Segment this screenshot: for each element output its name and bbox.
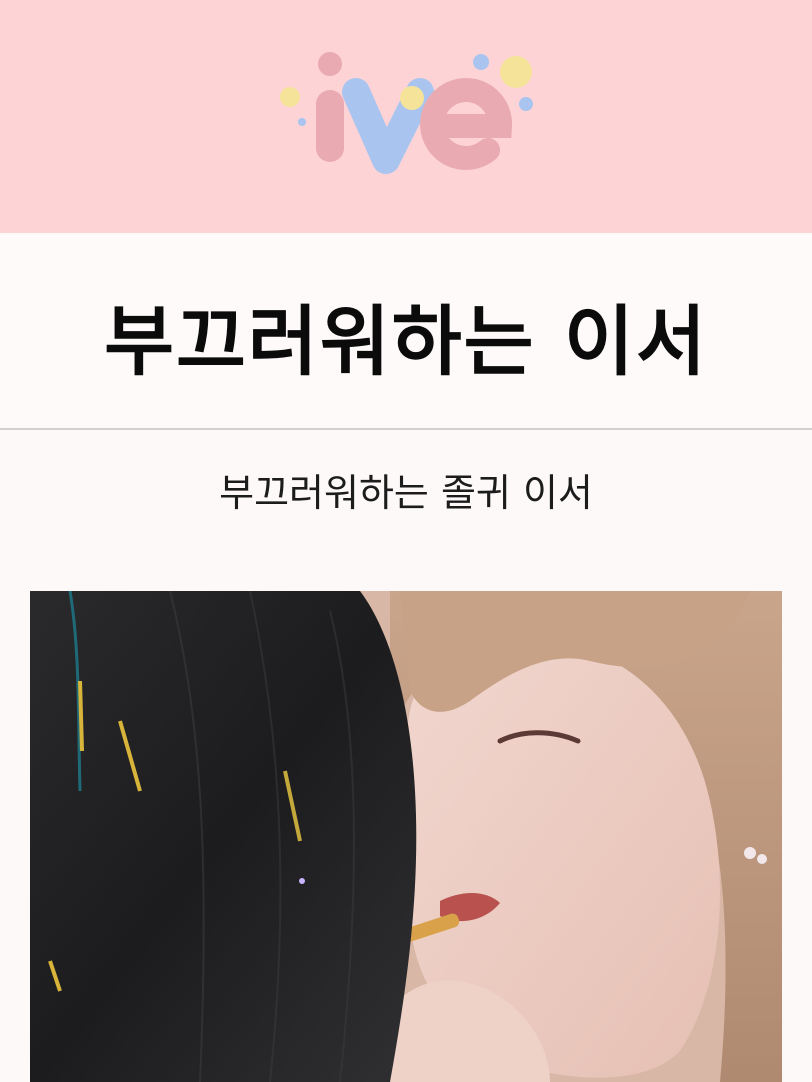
post-title: 부끄러워하는 이서 [104, 297, 708, 386]
logo-letter-e [420, 78, 513, 170]
logo-dot [473, 54, 489, 70]
title-section: 부끄러워하는 이서 [0, 233, 812, 429]
ive-logo [280, 52, 533, 174]
logo-dot [500, 56, 532, 88]
post-photo [30, 591, 782, 1082]
logo-dot [519, 97, 533, 111]
logo-dot [280, 87, 300, 107]
logo-dot [400, 86, 424, 110]
logo-dot [298, 118, 306, 126]
post-subtitle: 부끄러워하는 졸귀 이서 [219, 471, 593, 515]
logo-dot [318, 52, 342, 76]
divider [0, 428, 812, 430]
header-banner [0, 0, 812, 233]
logo-letter-i [316, 90, 344, 162]
